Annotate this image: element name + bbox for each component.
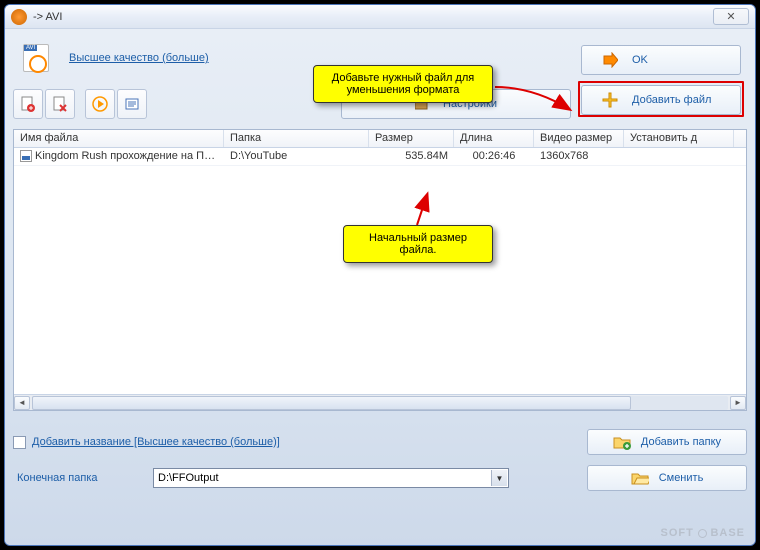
page-plus-icon	[20, 96, 36, 112]
info-button[interactable]	[117, 89, 147, 119]
ok-button[interactable]: OK	[581, 45, 741, 75]
add-title-link[interactable]: Добавить название [Высшее качество (боль…	[32, 436, 280, 448]
quality-link[interactable]: Высшее качество (больше)	[69, 52, 209, 64]
add-page-button[interactable]	[13, 89, 43, 119]
watermark-o-icon	[698, 529, 707, 538]
callout-size: Начальный размер файла.	[343, 225, 493, 263]
avi-format-icon	[23, 44, 49, 72]
watermark: SOFT BASE	[661, 527, 745, 539]
td-folder: D:\YouTube	[224, 148, 369, 165]
info-icon	[124, 96, 140, 112]
remove-page-button[interactable]	[45, 89, 75, 119]
arrow-to-size	[403, 189, 443, 229]
th-folder[interactable]: Папка	[224, 130, 369, 147]
add-folder-button[interactable]: Добавить папку	[587, 429, 747, 455]
table-header: Имя файла Папка Размер Длина Видео разме…	[14, 130, 746, 148]
td-length: 00:26:46	[454, 148, 534, 165]
folder-open-icon	[631, 470, 649, 486]
add-title-row: Добавить название [Высшее качество (боль…	[13, 429, 747, 455]
play-button[interactable]	[85, 89, 115, 119]
scroll-track[interactable]	[32, 396, 728, 410]
scroll-right-button[interactable]: ►	[730, 396, 746, 410]
table-row[interactable]: Kingdom Rush прохождение на ПК ... D:\Yo…	[14, 148, 746, 166]
close-button[interactable]: ✕	[713, 8, 749, 25]
th-length[interactable]: Длина	[454, 130, 534, 147]
scroll-left-button[interactable]: ◄	[14, 396, 30, 410]
chevron-down-icon: ▼	[491, 470, 507, 486]
th-set[interactable]: Установить д	[624, 130, 734, 147]
callout-add-file: Добавьте нужный файл для уменьшения форм…	[313, 65, 493, 103]
output-folder-label: Конечная папка	[13, 472, 153, 484]
change-folder-button[interactable]: Сменить	[587, 465, 747, 491]
window-title: -> AVI	[33, 11, 62, 23]
play-icon	[92, 96, 108, 112]
ok-arrow-icon	[602, 52, 618, 68]
scroll-thumb[interactable]	[32, 396, 631, 410]
td-size: 535.84M	[369, 148, 454, 165]
horizontal-scrollbar[interactable]: ◄ ►	[14, 394, 746, 410]
add-title-checkbox[interactable]	[13, 436, 26, 449]
output-folder-select[interactable]: D:\FFOutput ▼	[153, 468, 509, 488]
titlebar: -> AVI ✕	[5, 5, 755, 29]
file-table: Имя файла Папка Размер Длина Видео разме…	[13, 129, 747, 411]
app-icon	[11, 9, 27, 25]
content-area: OK Добавить файл Высшее качество (больше…	[5, 29, 755, 545]
th-size[interactable]: Размер	[369, 130, 454, 147]
video-file-icon	[20, 150, 32, 162]
arrow-to-add-file	[493, 79, 583, 129]
bottom-panel: Добавить название [Высшее качество (боль…	[13, 429, 747, 491]
td-filename: Kingdom Rush прохождение на ПК ...	[14, 148, 224, 165]
page-x-icon	[52, 96, 68, 112]
td-videosize: 1360x768	[534, 148, 624, 165]
app-window: -> AVI ✕ OK Добавить файл Высшее качеств…	[4, 4, 756, 546]
output-row: Конечная папка D:\FFOutput ▼ Сменить	[13, 465, 747, 491]
th-videosize[interactable]: Видео размер	[534, 130, 624, 147]
th-filename[interactable]: Имя файла	[14, 130, 224, 147]
output-folder-value: D:\FFOutput	[158, 472, 219, 484]
add-file-highlight	[578, 81, 744, 117]
folder-plus-icon	[613, 434, 631, 450]
td-set	[624, 148, 734, 165]
